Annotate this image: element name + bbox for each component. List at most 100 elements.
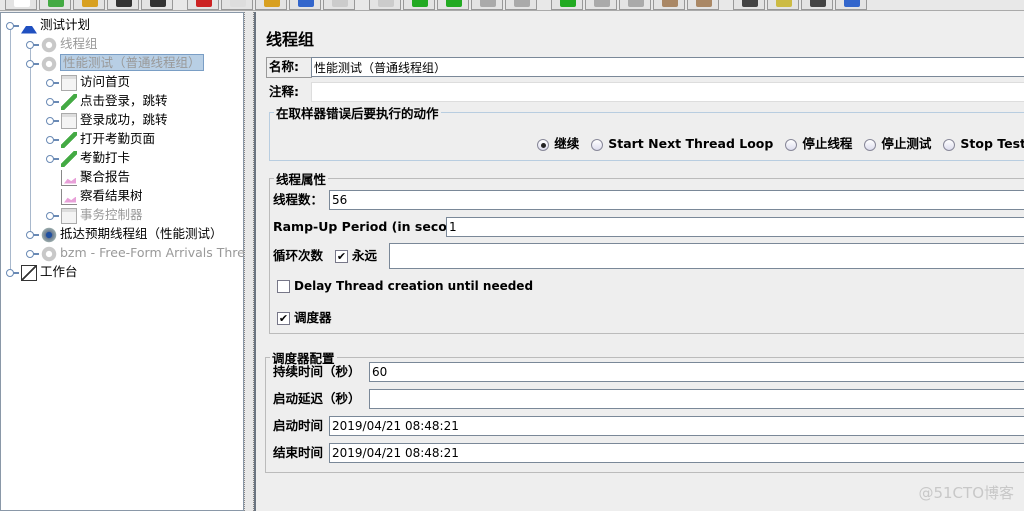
workbench-icon xyxy=(21,264,37,281)
tree-expand-handle[interactable] xyxy=(6,22,19,30)
threads-label: 线程数： xyxy=(273,192,324,207)
threads-input[interactable] xyxy=(329,190,1024,210)
rampup-input[interactable] xyxy=(446,217,1024,237)
cut-icon xyxy=(196,0,212,7)
end-time-label: 结束时间 xyxy=(273,445,324,460)
copy-button[interactable] xyxy=(221,0,253,10)
error-action-radio[interactable]: Stop Test xyxy=(943,136,1024,151)
tree-line xyxy=(10,25,11,273)
remote-stop-button[interactable] xyxy=(585,0,617,10)
templates-button[interactable] xyxy=(39,0,71,10)
tree-expand-handle[interactable] xyxy=(46,136,59,144)
remote-start-button[interactable] xyxy=(551,0,583,10)
tree-node[interactable]: 线程组 xyxy=(41,35,98,53)
name-input[interactable] xyxy=(311,57,1024,77)
radio-label: 停止线程 xyxy=(802,136,853,151)
tree-node[interactable]: 事务控制器 xyxy=(61,206,143,224)
tree-node[interactable]: 工作台 xyxy=(21,263,78,281)
shutdown-icon xyxy=(514,0,530,7)
test-plan-flask-icon xyxy=(21,17,37,34)
tree-node[interactable]: 聚合报告 xyxy=(61,168,130,186)
clear-all-icon xyxy=(696,0,712,7)
start-no-pause-icon xyxy=(446,0,462,7)
forever-checkbox[interactable]: ✔ 永远 xyxy=(335,246,377,266)
tree-expand-handle[interactable] xyxy=(26,231,39,239)
tree-node[interactable]: bzm - Free-Form Arrivals Thread xyxy=(41,244,260,262)
error-action-radio[interactable]: Start Next Thread Loop xyxy=(591,136,773,151)
tree-node[interactable]: 考勤打卡 xyxy=(61,149,130,167)
radio-label: 停止测试 xyxy=(881,136,932,151)
duration-label: 持续时间（秒） xyxy=(273,364,361,379)
scheduler-label: 调度器 xyxy=(294,310,332,325)
tree-line xyxy=(30,44,31,234)
graph-listener-icon xyxy=(61,188,77,205)
tree-node[interactable]: 登录成功，跳转 xyxy=(61,111,168,129)
comment-input[interactable] xyxy=(311,82,1024,102)
tree-node[interactable]: 察看结果树 xyxy=(61,187,143,205)
tree-node[interactable]: 点击登录，跳转 xyxy=(61,92,168,110)
function-helper-button[interactable] xyxy=(801,0,833,10)
shutdown-button[interactable] xyxy=(505,0,537,10)
tree-expand-handle[interactable] xyxy=(46,155,59,163)
start-no-pause-button[interactable] xyxy=(437,0,469,10)
test-plan-tree[interactable]: 测试计划 线程组 性能测试（普通线程组） 访问首页 点击登录，跳转 登录成功，跳转 打开考勤… xyxy=(0,12,260,511)
tree-expand-handle[interactable] xyxy=(26,41,39,49)
radio-icon xyxy=(591,138,604,151)
tree-expand-handle[interactable] xyxy=(46,117,59,125)
start-button[interactable] xyxy=(403,0,435,10)
thread-group-gear-icon xyxy=(41,245,57,262)
open-button[interactable] xyxy=(73,0,105,10)
help-button[interactable] xyxy=(835,0,867,10)
tree-expand-handle[interactable] xyxy=(6,269,19,277)
panel-title: 线程组 xyxy=(266,30,315,49)
error-action-radio[interactable]: 停止线程 xyxy=(785,133,852,152)
reset-search-button[interactable] xyxy=(767,0,799,10)
duration-input[interactable] xyxy=(369,362,1024,382)
expand-button[interactable] xyxy=(289,0,321,10)
new-button[interactable] xyxy=(5,0,37,10)
remote-shutdown-icon xyxy=(628,0,644,7)
radio-icon xyxy=(864,138,877,151)
comment-label: 注释: xyxy=(269,84,299,99)
tree-expand-handle[interactable] xyxy=(46,79,59,87)
end-time-input[interactable] xyxy=(329,443,1024,463)
tree-node-label: 考勤打卡 xyxy=(80,150,131,165)
tree-expand-handle[interactable] xyxy=(46,212,59,220)
tree-node-label: 性能测试（普通线程组） xyxy=(60,54,204,71)
name-label: 名称: xyxy=(269,59,299,74)
remote-shutdown-button[interactable] xyxy=(619,0,651,10)
save-button[interactable] xyxy=(107,0,139,10)
error-action-radio[interactable]: 继续 xyxy=(537,133,579,152)
expand-icon xyxy=(298,0,314,7)
scheduler-checkbox[interactable]: ✔ 调度器 xyxy=(277,308,332,328)
clear-all-button[interactable] xyxy=(687,0,719,10)
startup-delay-input[interactable] xyxy=(369,389,1024,409)
tree-node[interactable]: 抵达预期线程组（性能测试） xyxy=(41,225,223,243)
toggle-button[interactable] xyxy=(369,0,401,10)
transaction-controller-icon xyxy=(61,207,77,224)
tree-node-label: 抵达预期线程组（性能测试） xyxy=(60,226,223,241)
search-button[interactable] xyxy=(733,0,765,10)
tree-expand-handle[interactable] xyxy=(26,60,39,68)
graph-listener-icon xyxy=(61,169,77,186)
loop-count-label: 循环次数 xyxy=(273,248,324,263)
tree-expand-handle[interactable] xyxy=(46,98,59,106)
start-time-input[interactable] xyxy=(329,416,1024,436)
stop-button[interactable] xyxy=(471,0,503,10)
clear-button[interactable] xyxy=(653,0,685,10)
tree-node[interactable]: 测试计划 xyxy=(21,16,90,34)
tree-expand-handle[interactable] xyxy=(26,250,39,258)
tree-node-label: bzm - Free-Form Arrivals Thread xyxy=(60,245,261,260)
cut-button[interactable] xyxy=(187,0,219,10)
error-action-radio[interactable]: 停止测试 xyxy=(864,133,931,152)
paste-icon xyxy=(264,0,280,7)
save-as-button[interactable] xyxy=(141,0,173,10)
tree-node[interactable]: 性能测试（普通线程组） xyxy=(41,54,204,72)
collapse-button[interactable] xyxy=(323,0,355,10)
tree-node[interactable]: 访问首页 xyxy=(61,73,130,91)
paste-button[interactable] xyxy=(255,0,287,10)
tree-node[interactable]: 打开考勤页面 xyxy=(61,130,155,148)
delay-thread-creation-checkbox[interactable]: Delay Thread creation until needed xyxy=(277,276,533,296)
split-pane-divider[interactable] xyxy=(244,12,254,511)
loop-count-input[interactable] xyxy=(389,243,1024,269)
